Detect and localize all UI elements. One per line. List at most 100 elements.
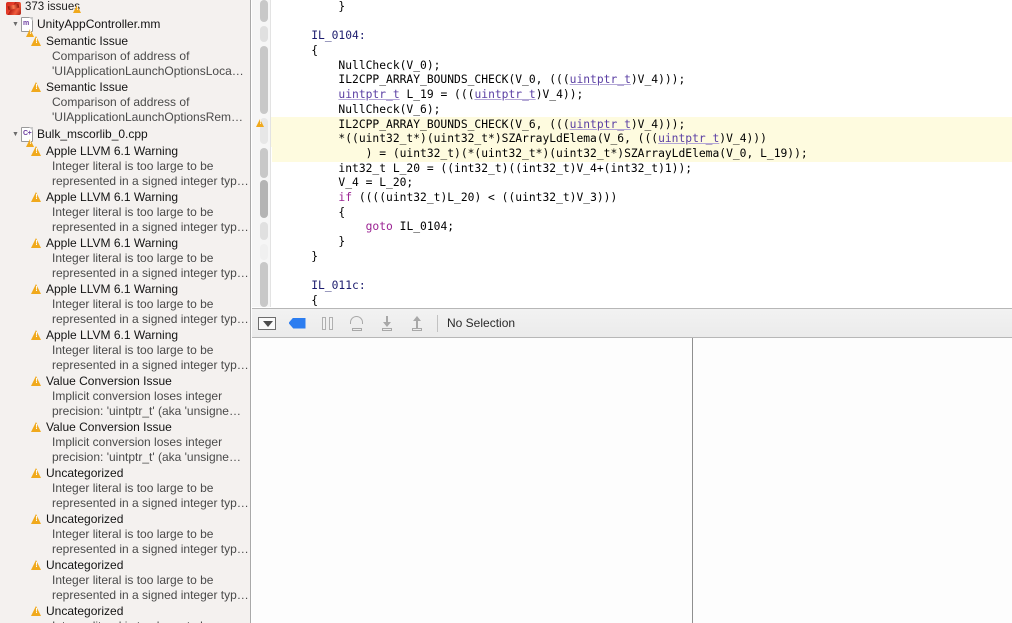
- issue-detail-line: represented in a signed integer typ…: [52, 496, 249, 510]
- navigator-issue-row[interactable]: Uncategorized: [0, 557, 250, 573]
- navigator-issue-row[interactable]: Value Conversion Issue: [0, 373, 250, 389]
- warning-triangle-icon: [31, 330, 42, 340]
- navigator-issue-detail[interactable]: Integer literal is too large to berepres…: [0, 619, 250, 623]
- issue-detail-line: Integer literal is too large to be: [52, 573, 214, 587]
- warning-triangle-icon: [31, 514, 42, 524]
- back-button[interactable]: [282, 309, 312, 338]
- navigator-issue-row[interactable]: Apple LLVM 6.1 Warning: [0, 281, 250, 297]
- issue-detail-line: represented in a signed integer typ…: [52, 266, 249, 280]
- warning-triangle-icon: [31, 284, 42, 294]
- code-line[interactable]: NullCheck(V_6);: [272, 103, 1012, 118]
- editor-gutter[interactable]: [252, 0, 271, 307]
- code-line[interactable]: int32_t L_20 = ((int32_t)((int32_t)V_4+(…: [272, 162, 1012, 177]
- navigator-issue-detail[interactable]: Implicit conversion loses integer precisi…: [0, 389, 250, 419]
- navigator-issue-detail[interactable]: Integer literal is too large to berepres…: [0, 297, 250, 327]
- step-out-icon: [409, 315, 425, 331]
- issue-detail-line: Integer literal is too large to be: [52, 159, 214, 173]
- navigator-issue-row[interactable]: Uncategorized: [0, 603, 250, 619]
- source-editor[interactable]: } IL_0104: { NullCheck(V_0); IL2CPP_ARRA…: [252, 0, 1012, 307]
- navigator-issue-detail[interactable]: Comparison of address of 'UIApplicationL…: [0, 95, 250, 125]
- code-line[interactable]: IL_0104:: [272, 29, 1012, 44]
- navigator-file-group-unityappcontroller[interactable]: m UnityAppController.mm: [0, 15, 250, 37]
- code-line[interactable]: *((uint32_t*)(uint32_t*)SZArrayLdElema(V…: [272, 132, 1012, 147]
- code-line[interactable]: IL2CPP_ARRAY_BOUNDS_CHECK(V_0, (((uintpt…: [272, 73, 1012, 88]
- issue-detail-line: represented in a signed integer typ…: [52, 174, 249, 188]
- issue-navigator[interactable]: 373 issues m UnityAppController.mm Seman…: [0, 0, 251, 623]
- navigator-issue-detail[interactable]: Integer literal is too large to berepres…: [0, 343, 250, 373]
- issue-type-label: Value Conversion Issue: [46, 419, 172, 434]
- issue-detail-line: Integer literal is too large to be: [52, 251, 214, 265]
- code-line[interactable]: IL_011c:: [272, 279, 1012, 294]
- warning-triangle-icon: [31, 376, 42, 386]
- issue-navigator-header[interactable]: 373 issues: [0, 0, 250, 15]
- related-items-button[interactable]: [252, 309, 282, 338]
- code-line[interactable]: }: [272, 0, 1012, 15]
- file-name-label: UnityAppController.mm: [37, 16, 161, 31]
- step-into-button[interactable]: [372, 309, 402, 338]
- code-line[interactable]: V_4 = L_20;: [272, 176, 1012, 191]
- issue-type-label: Value Conversion Issue: [46, 373, 172, 388]
- code-line[interactable]: IL2CPP_ARRAY_BOUNDS_CHECK(V_6, (((uintpt…: [272, 118, 1012, 133]
- navigator-issue-detail[interactable]: Integer literal is too large to berepres…: [0, 573, 250, 603]
- debug-area: [252, 338, 1012, 623]
- navigator-issue-detail[interactable]: Integer literal is too large to berepres…: [0, 251, 250, 281]
- code-line[interactable]: if ((((uint32_t)L_20) < ((uint32_t)V_3))…: [272, 191, 1012, 206]
- chevron-left-icon: [288, 317, 306, 329]
- navigator-issue-row[interactable]: Apple LLVM 6.1 Warning: [0, 327, 250, 343]
- navigator-issue-detail[interactable]: Implicit conversion loses integer precisi…: [0, 435, 250, 465]
- navigator-file-group-bulk-mscorlib[interactable]: C+ Bulk_mscorlib_0.cpp: [0, 125, 250, 147]
- issue-detail-line: represented in a signed integer typ…: [52, 312, 249, 326]
- code-line[interactable]: [272, 15, 1012, 30]
- pause-button[interactable]: [312, 309, 342, 338]
- issue-detail-line: Integer literal is too large to be: [52, 527, 214, 541]
- code-line[interactable]: {: [272, 294, 1012, 307]
- issue-detail-line: Comparison of address of: [52, 49, 190, 63]
- warning-triangle-icon: [31, 82, 42, 92]
- navigator-issue-detail[interactable]: Integer literal is too large to berepres…: [0, 159, 250, 189]
- code-line[interactable]: [272, 264, 1012, 279]
- warning-triangle-icon: [72, 4, 82, 13]
- navigator-issue-row[interactable]: Apple LLVM 6.1 Warning: [0, 143, 250, 159]
- code-line[interactable]: {: [272, 44, 1012, 59]
- issue-type-label: Apple LLVM 6.1 Warning: [46, 189, 179, 204]
- chevron-down-icon[interactable]: [10, 127, 21, 142]
- navigator-issue-row[interactable]: Value Conversion Issue: [0, 419, 250, 435]
- code-line[interactable]: {: [272, 206, 1012, 221]
- navigator-issue-row[interactable]: Uncategorized: [0, 511, 250, 527]
- navigator-issue-row[interactable]: Apple LLVM 6.1 Warning: [0, 235, 250, 251]
- warning-triangle-icon: [31, 606, 42, 616]
- variables-view[interactable]: [252, 338, 693, 623]
- xcode-window: 373 issues m UnityAppController.mm Seman…: [0, 0, 1012, 623]
- code-line[interactable]: }: [272, 235, 1012, 250]
- navigator-issue-detail[interactable]: Integer literal is too large to berepres…: [0, 205, 250, 235]
- navigator-issue-detail[interactable]: Integer literal is too large to berepres…: [0, 481, 250, 511]
- editor-scrollbar[interactable]: [260, 0, 268, 307]
- code-line[interactable]: NullCheck(V_0);: [272, 59, 1012, 74]
- chevron-down-icon[interactable]: [10, 17, 21, 32]
- code-line[interactable]: ) = (uint32_t)(*(uint32_t*)(uint32_t*)SZ…: [272, 146, 1012, 162]
- issue-detail-line: represented in a signed integer typ…: [52, 220, 249, 234]
- navigator-issue-detail[interactable]: Comparison of address of 'UIApplicationL…: [0, 49, 250, 79]
- debug-bar[interactable]: No Selection: [252, 308, 1012, 338]
- navigator-issue-row[interactable]: Apple LLVM 6.1 Warning: [0, 189, 250, 205]
- navigator-issue-detail[interactable]: Integer literal is too large to berepres…: [0, 527, 250, 557]
- code-line[interactable]: }: [272, 250, 1012, 265]
- code-line[interactable]: goto IL_0104;: [272, 220, 1012, 235]
- code-content[interactable]: } IL_0104: { NullCheck(V_0); IL2CPP_ARRA…: [272, 0, 1012, 307]
- step-out-button[interactable]: [402, 309, 432, 338]
- navigator-issue-row[interactable]: Uncategorized: [0, 465, 250, 481]
- warning-triangle-icon: [31, 146, 42, 156]
- issue-detail-line: Implicit conversion loses integer: [52, 435, 223, 449]
- warning-triangle-icon: [31, 36, 42, 46]
- warning-triangle-icon[interactable]: [256, 119, 265, 127]
- navigator-issue-row[interactable]: Semantic Issue: [0, 79, 250, 95]
- step-into-icon: [379, 315, 395, 331]
- warning-triangle-icon: [31, 422, 42, 432]
- console-view[interactable]: [693, 338, 1012, 623]
- navigator-issue-row[interactable]: Semantic Issue: [0, 33, 250, 49]
- warning-triangle-icon: [31, 468, 42, 478]
- step-over-button[interactable]: [342, 309, 372, 338]
- objc-source-file-icon: m: [21, 16, 35, 37]
- selection-status-label: No Selection: [447, 316, 516, 330]
- code-line[interactable]: uintptr_t L_19 = (((uintptr_t)V_4));: [272, 88, 1012, 103]
